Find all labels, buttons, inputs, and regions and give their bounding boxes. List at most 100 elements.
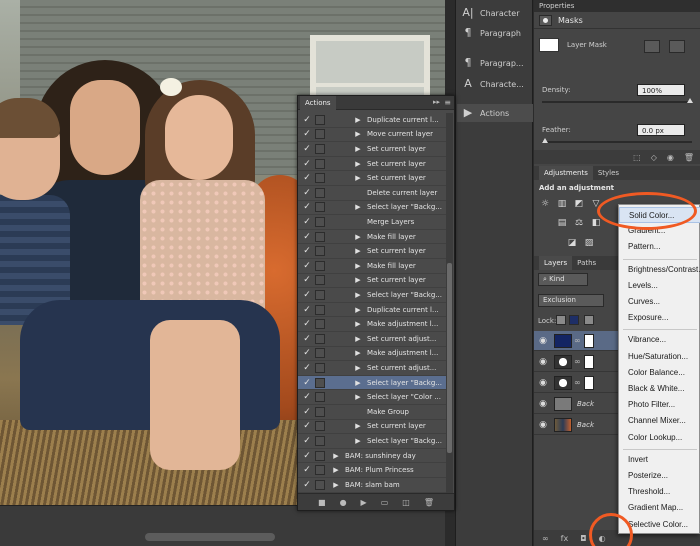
dialog-toggle[interactable] bbox=[315, 129, 325, 140]
expand-triangle-icon[interactable]: ▶ bbox=[353, 145, 363, 153]
dialog-toggle[interactable] bbox=[315, 143, 325, 154]
checkmark-icon[interactable]: ✓ bbox=[302, 129, 312, 139]
eye-icon[interactable]: ◉ bbox=[537, 420, 549, 430]
menu-item[interactable]: Vibrance... bbox=[619, 332, 700, 348]
action-step-row[interactable]: ✓ ▶ Move current layer bbox=[298, 128, 446, 143]
expand-triangle-icon[interactable]: ▶ bbox=[353, 291, 363, 299]
checkmark-icon[interactable]: ✓ bbox=[302, 305, 312, 315]
dialog-toggle[interactable] bbox=[315, 187, 325, 198]
expand-triangle-icon[interactable]: ▶ bbox=[353, 276, 363, 284]
action-step-row[interactable]: ✓ ▶ Set current layer bbox=[298, 142, 446, 157]
dialog-toggle[interactable] bbox=[315, 333, 325, 344]
expand-triangle-icon[interactable]: ▶ bbox=[353, 116, 363, 124]
expand-triangle-icon[interactable]: ▶ bbox=[353, 364, 363, 372]
feather-slider[interactable] bbox=[542, 138, 692, 143]
dialog-toggle[interactable] bbox=[315, 304, 325, 315]
expand-triangle-icon[interactable]: ▶ bbox=[353, 379, 363, 387]
menu-item[interactable]: Posterize... bbox=[619, 468, 700, 484]
mask-thumbnail[interactable] bbox=[584, 375, 594, 390]
action-step-row[interactable]: ✓ ▶ Make adjustment l... bbox=[298, 317, 446, 332]
tab-layers[interactable]: Layers bbox=[539, 256, 573, 270]
checkmark-icon[interactable]: ✓ bbox=[302, 115, 312, 125]
tab-adjustments[interactable]: Adjustments bbox=[539, 166, 593, 180]
curves-icon[interactable]: ◩ bbox=[573, 199, 585, 209]
density-input[interactable]: 100% bbox=[637, 84, 685, 96]
panel-menu-icon[interactable]: ≡ bbox=[444, 98, 451, 107]
checkmark-icon[interactable]: ✓ bbox=[302, 144, 312, 154]
action-set-row[interactable]: ✓ ▶ BAM: sunshiney day bbox=[298, 449, 446, 464]
menu-item[interactable]: Levels... bbox=[619, 278, 700, 294]
blend-mode-select[interactable]: Exclusion bbox=[538, 294, 604, 307]
checkmark-icon[interactable]: ✓ bbox=[302, 451, 312, 461]
checkmark-icon[interactable]: ✓ bbox=[302, 334, 312, 344]
checkmark-icon[interactable]: ✓ bbox=[302, 275, 312, 285]
expand-triangle-icon[interactable]: ▶ bbox=[331, 466, 341, 474]
expand-triangle-icon[interactable]: ▶ bbox=[353, 320, 363, 328]
density-slider[interactable] bbox=[542, 98, 693, 103]
checkmark-icon[interactable]: ✓ bbox=[302, 217, 312, 227]
layer-mask-swatch[interactable] bbox=[539, 38, 559, 52]
dialog-toggle[interactable] bbox=[315, 319, 325, 330]
checkmark-icon[interactable]: ✓ bbox=[302, 290, 312, 300]
actions-panel-header[interactable]: Actions ▸▸ ≡ bbox=[298, 96, 454, 110]
new-set-icon[interactable]: ▭ bbox=[381, 498, 389, 507]
feather-input[interactable]: 0.0 px bbox=[637, 124, 685, 136]
dock-item-actions[interactable]: ▶ Actions bbox=[457, 104, 533, 122]
selection-icon[interactable]: ⬚ bbox=[633, 153, 641, 162]
expand-triangle-icon[interactable]: ▶ bbox=[353, 349, 363, 357]
eye-icon[interactable]: ◉ bbox=[537, 399, 549, 409]
dialog-toggle[interactable] bbox=[315, 450, 325, 461]
expand-triangle-icon[interactable]: ▶ bbox=[353, 262, 363, 270]
expand-triangle-icon[interactable]: ▶ bbox=[353, 203, 363, 211]
checkmark-icon[interactable]: ✓ bbox=[302, 202, 312, 212]
posterize-icon[interactable]: ▨ bbox=[583, 238, 595, 248]
menu-item[interactable]: Color Balance... bbox=[619, 365, 700, 381]
actions-panel[interactable]: Actions ▸▸ ≡ ✓ ▶ Duplicate current l... ✓ ▶ M… bbox=[297, 95, 455, 511]
add-mask-icon[interactable]: ◘ bbox=[580, 534, 586, 543]
mask-thumbnail[interactable] bbox=[584, 354, 594, 369]
action-set-row[interactable]: ✓ ▶ BAM: Plum Princess bbox=[298, 463, 446, 478]
menu-item[interactable]: Invert bbox=[619, 452, 700, 468]
dialog-toggle[interactable] bbox=[315, 406, 325, 417]
checkmark-icon[interactable]: ✓ bbox=[302, 363, 312, 373]
checkmark-icon[interactable]: ✓ bbox=[302, 319, 312, 329]
link-icon[interactable]: ∞ bbox=[574, 378, 582, 387]
visibility-icon[interactable]: ◉ bbox=[667, 153, 674, 162]
dock-item-character-styles[interactable]: A Characte... bbox=[462, 75, 532, 93]
action-step-row[interactable]: ✓ ▶ Set current layer bbox=[298, 274, 446, 289]
trash-icon[interactable]: 🗑 bbox=[684, 153, 694, 162]
expand-triangle-icon[interactable]: ▶ bbox=[353, 306, 363, 314]
link-layers-icon[interactable]: ∞ bbox=[542, 534, 549, 543]
menu-item[interactable]: Pattern... bbox=[619, 239, 700, 255]
expand-triangle-icon[interactable]: ▶ bbox=[353, 422, 363, 430]
scroll-thumb[interactable] bbox=[447, 263, 452, 453]
eye-icon[interactable]: ◉ bbox=[537, 357, 549, 367]
menu-item[interactable]: Black & White... bbox=[619, 381, 700, 397]
menu-item[interactable]: Brightness/Contrast... bbox=[619, 262, 700, 278]
checkmark-icon[interactable]: ✓ bbox=[302, 480, 312, 490]
new-action-icon[interactable]: ◫ bbox=[402, 498, 410, 507]
lock-pixels-icon[interactable] bbox=[569, 315, 579, 325]
action-set-row[interactable]: ✓ ▶ BAM: slam bam bbox=[298, 478, 446, 493]
checkmark-icon[interactable]: ✓ bbox=[302, 261, 312, 271]
link-icon[interactable]: ∞ bbox=[574, 357, 582, 366]
action-step-row[interactable]: ✓ ▶ Make adjustment l... bbox=[298, 347, 446, 362]
invert-icon[interactable]: ◪ bbox=[566, 238, 578, 248]
action-step-row[interactable]: ✓ Delete current layer bbox=[298, 186, 446, 201]
checkmark-icon[interactable]: ✓ bbox=[302, 407, 312, 417]
expand-triangle-icon[interactable]: ▶ bbox=[331, 481, 341, 489]
vector-mask-button[interactable] bbox=[669, 40, 685, 53]
eye-icon[interactable]: ◉ bbox=[537, 336, 549, 346]
play-icon[interactable]: ▶ bbox=[361, 498, 367, 507]
dialog-toggle[interactable] bbox=[315, 479, 325, 490]
menu-item[interactable]: Color Lookup... bbox=[619, 430, 700, 446]
trash-icon[interactable]: 🗑 bbox=[424, 498, 434, 507]
dialog-toggle[interactable] bbox=[315, 202, 325, 213]
checkmark-icon[interactable]: ✓ bbox=[302, 465, 312, 475]
eye-icon[interactable]: ◉ bbox=[537, 378, 549, 388]
slider-knob[interactable] bbox=[542, 138, 548, 143]
expand-triangle-icon[interactable]: ▶ bbox=[353, 174, 363, 182]
dialog-toggle[interactable] bbox=[315, 260, 325, 271]
action-step-row[interactable]: ✓ ▶ Select layer "Backg... bbox=[298, 201, 446, 216]
vibrance-icon[interactable]: ▤ bbox=[556, 218, 568, 228]
